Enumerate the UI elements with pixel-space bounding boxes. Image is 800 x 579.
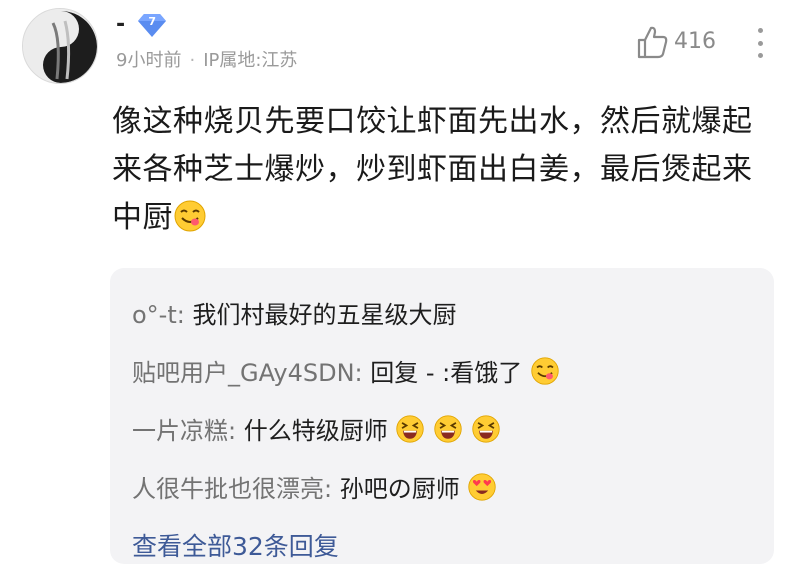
reply-author[interactable]: o°-t (132, 301, 177, 329)
reply-list[interactable]: o°-t: 我们村最好的五星级大厨 贴吧用户_GAy4SDN: 回复 - :看饿… (110, 268, 774, 564)
view-all-replies-link[interactable]: 查看全部32条回复 (132, 518, 752, 576)
reply-author[interactable]: 贴吧用户_GAy4SDN (132, 359, 355, 387)
reply-author[interactable]: 一片凉糕 (132, 417, 228, 445)
avatar[interactable] (22, 8, 98, 84)
yum-emoji (173, 199, 207, 233)
reply-item[interactable]: 贴吧用户_GAy4SDN: 回复 - :看饿了 (132, 344, 752, 402)
reply-colon: : (354, 359, 371, 387)
view-all-replies-label[interactable]: 查看全部32条回复 (132, 518, 339, 576)
thumbs-up-icon (636, 25, 668, 59)
reply-item[interactable]: 人很牛批也很漂亮: 孙吧の厨师 (132, 460, 752, 518)
post-meta: 9小时前 · IP属地:江苏 (116, 50, 297, 72)
meta-separator: · (189, 50, 196, 71)
grin-emoji (395, 414, 425, 444)
heart-eyes-emoji (467, 472, 497, 502)
reply-colon: : (176, 301, 193, 329)
comment-card: - 7 9小时前 · IP属地:江苏 416 像这种烧贝先要口饺让虾面先出水，然… (0, 0, 800, 579)
level-number: 7 (148, 15, 156, 28)
comment-text: 像这种烧贝先要口饺让虾面先出水，然后就爆起来各种芝士爆炒，炒到虾面出白姜，最后煲… (112, 104, 753, 235)
reply-colon: : (228, 417, 244, 445)
comment-body: 像这种烧贝先要口饺让虾面先出水，然后就爆起来各种芝士爆炒，炒到虾面出白姜，最后煲… (112, 98, 782, 242)
level-badge: 7 (137, 12, 167, 38)
reply-item[interactable]: 一片凉糕: 什么特级厨师 (132, 402, 752, 460)
grin-emoji (471, 414, 501, 444)
ip-location: IP属地:江苏 (203, 50, 298, 71)
reply-colon: : (324, 475, 340, 503)
like-count: 416 (674, 29, 716, 54)
grin-emoji (433, 414, 463, 444)
post-time: 9小时前 (116, 50, 182, 71)
reply-author[interactable]: 人很牛批也很漂亮 (132, 475, 324, 503)
like-button[interactable]: 416 (636, 24, 716, 60)
reply-text: 什么特级厨师 (243, 417, 388, 445)
reply-text: 我们村最好的五星级大厨 (192, 301, 457, 329)
username[interactable]: - (116, 12, 125, 38)
yum-emoji (530, 356, 560, 386)
more-options-icon[interactable] (750, 26, 770, 60)
reply-item[interactable]: o°-t: 我们村最好的五星级大厨 (132, 286, 752, 344)
reply-text: 孙吧の厨师 (339, 475, 460, 503)
reply-text: 回复 - :看饿了 (370, 359, 523, 387)
